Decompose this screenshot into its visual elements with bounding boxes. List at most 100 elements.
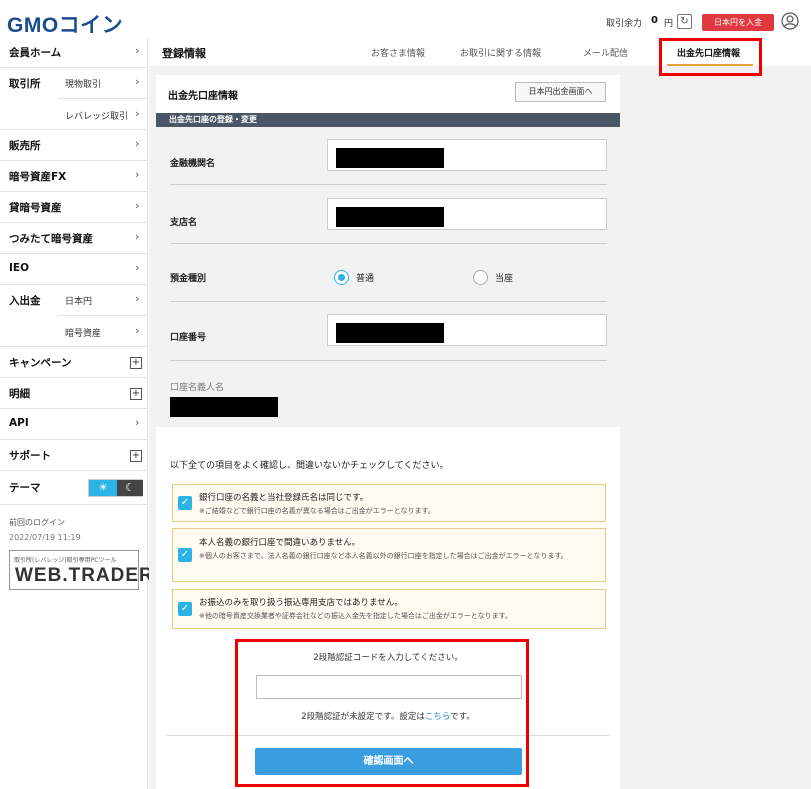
header: GMOコイン 取引余力 0 円 ↻ 日本円を入金 (0, 0, 811, 38)
account-form: 金融機関名 支店名 預金種別 普通 当座 口座番号 口座名義人名 (156, 127, 620, 427)
theme-toggle[interactable]: ☀ ☾ (88, 479, 143, 497)
divider (170, 301, 607, 302)
last-login-value: 2022/07/19 11:19 (9, 533, 81, 542)
branch-name-input[interactable] (327, 198, 607, 230)
sidebar-item-label: 取引所 (9, 78, 41, 90)
check-main-text: お振込のみを取り扱う振込専用支店ではありません。 (199, 598, 403, 608)
expand-plus-icon[interactable]: + (130, 450, 142, 462)
section-header: 出金先口座の登録・変更 (156, 113, 620, 127)
sidebar-item-campaign[interactable]: キャンペーン + (0, 347, 148, 378)
redacted-value (336, 323, 444, 343)
chevron-right-icon: › (135, 416, 140, 429)
gmo-coin-logo[interactable]: GMOコイン (7, 9, 123, 39)
chevron-right-icon: › (135, 137, 140, 150)
sidebar-item-spot-trading[interactable]: 現物取引 › (58, 68, 148, 99)
check-main-text: 本人名義の銀行口座で間違いありません。 (199, 538, 361, 548)
sidebar-item-leverage-trading[interactable]: レバレッジ取引 › (58, 99, 148, 130)
highlight-box-twofa (235, 639, 529, 787)
logo-main: GMO (7, 14, 59, 37)
sidebar-item-label: 暗号資産FX (9, 171, 67, 183)
sidebar-item-api[interactable]: API › (0, 409, 148, 440)
branch-name-label: 支店名 (170, 218, 198, 228)
redacted-account-holder (170, 397, 278, 417)
sidebar-item-theme: テーマ ☀ ☾ (0, 471, 148, 505)
account-number-input[interactable] (327, 314, 607, 346)
sidebar-item-label: テーマ (9, 482, 41, 494)
chevron-right-icon: › (135, 292, 140, 305)
sidebar-item-lending[interactable]: 貸暗号資産 › (0, 192, 148, 223)
deposit-jpy-button[interactable]: 日本円を入金 (702, 14, 774, 31)
balance-label: 取引余力 (606, 19, 643, 29)
sidebar-item-ieo[interactable]: IEO › (0, 254, 148, 285)
check-item-name-match[interactable]: ✓ 銀行口座の名義と当社登録氏名は同じです。 ※ご結婚などで銀行口座の名義が異な… (172, 484, 606, 522)
sidebar-item-crypto[interactable]: 暗号資産 › (58, 316, 148, 347)
radio-ordinary[interactable] (334, 270, 349, 285)
check-item-own-account[interactable]: ✓ 本人名義の銀行口座で間違いありません。 ※個人のお客さまで、法人名義の銀行口… (172, 528, 606, 582)
expand-plus-icon[interactable]: + (130, 357, 142, 369)
redacted-value (336, 148, 444, 168)
chevron-right-icon: › (135, 107, 140, 120)
sidebar-item-sales[interactable]: 販売所 › (0, 130, 148, 161)
check-sub-text: ※個人のお客さまで、法人名義の銀行口座など本人名義以外の銀行口座を指定した場合は… (199, 552, 568, 560)
account-number-label: 口座番号 (170, 333, 207, 343)
checkbox-checked-icon[interactable]: ✓ (178, 496, 192, 510)
tab-email-delivery[interactable]: メール配信 (583, 46, 628, 59)
refresh-icon[interactable]: ↻ (677, 14, 692, 29)
sidebar-item-crypto-fx[interactable]: 暗号資産FX › (0, 161, 148, 192)
sidebar-item-label: サポート (9, 450, 51, 462)
sidebar-item-label: 貸暗号資産 (9, 202, 62, 214)
sidebar-item-home[interactable]: 会員ホーム › (0, 38, 148, 68)
radio-ordinary-label: 普通 (356, 274, 375, 284)
bank-name-input[interactable] (327, 139, 607, 171)
chevron-right-icon: › (135, 230, 140, 243)
bank-name-label: 金融機関名 (170, 159, 216, 169)
webtrader-banner[interactable]: 取引所(レバレッジ)取引専用PCツール WEB.TRADER (9, 550, 153, 590)
sidebar-item-label: つみたて暗号資産 (9, 233, 93, 245)
divider (170, 243, 607, 244)
sidebar: 会員ホーム › 取引所 現物取引 › レバレッジ取引 › 販売所 › 暗号資産F… (0, 38, 153, 789)
sidebar-item-jpy[interactable]: 日本円 › (58, 285, 148, 316)
last-login-label: 前回のログイン (9, 518, 65, 527)
check-main-text: 銀行口座の名義と当社登録氏名は同じです。 (199, 493, 369, 503)
checkbox-checked-icon[interactable]: ✓ (178, 548, 192, 562)
chevron-right-icon: › (135, 324, 140, 337)
sidebar-item-label: API (9, 417, 29, 429)
expand-plus-icon[interactable]: + (130, 388, 142, 400)
tab-customer-info[interactable]: お客さま情報 (371, 46, 425, 59)
card-title: 出金先口座情報 (168, 91, 238, 102)
user-account-icon[interactable] (781, 12, 799, 30)
chevron-right-icon: › (135, 199, 140, 212)
jpy-withdraw-page-button[interactable]: 日本円出金画面へ (515, 82, 606, 102)
sun-icon[interactable]: ☀ (89, 480, 117, 496)
sidebar-item-label: 明細 (9, 388, 30, 400)
check-sub-text: ※ご結婚などで銀行口座の名義が異なる場合はご出金がエラーとなります。 (199, 507, 435, 515)
account-type-label: 預金種別 (170, 274, 207, 284)
sidebar-subitem-label: レバレッジ取引 (65, 112, 129, 122)
redacted-value (336, 207, 444, 227)
checkbox-checked-icon[interactable]: ✓ (178, 602, 192, 616)
highlight-box-tab (659, 38, 762, 76)
sidebar-item-label: IEO (9, 262, 30, 274)
check-sub-text: ※他の暗号資産交換業者や証券会社などの振込入金先を指定した場合はご出金がエラーと… (199, 612, 512, 620)
webtrader-logo: WEB.TRADER (15, 565, 154, 586)
balance-unit: 円 (664, 19, 674, 29)
radio-checking-label: 当座 (495, 274, 514, 284)
sidebar-item-savings[interactable]: つみたて暗号資産 › (0, 223, 148, 254)
radio-checking[interactable] (473, 270, 488, 285)
sidebar-item-support[interactable]: サポート + (0, 440, 148, 471)
divider (170, 360, 607, 361)
balance-value: 0 (651, 15, 658, 26)
sidebar-subitem-label: 現物取引 (65, 80, 102, 90)
main-content: 登録情報 お客さま情報 お取引に関する情報 メール配信 出金先口座情報 出金先口… (149, 38, 811, 789)
account-holder-label: 口座名義人名 (170, 383, 225, 393)
webtrader-subtitle: 取引所(レバレッジ)取引専用PCツール (14, 557, 117, 564)
tab-trading-info[interactable]: お取引に関する情報 (460, 46, 541, 59)
sidebar-subitem-label: 日本円 (65, 297, 93, 307)
check-item-not-transfer-branch[interactable]: ✓ お振込のみを取り扱う振込専用支店ではありません。 ※他の暗号資産交換業者や証… (172, 589, 606, 629)
sidebar-item-label: キャンペーン (9, 357, 72, 369)
moon-icon[interactable]: ☾ (117, 480, 143, 496)
sidebar-item-label: 販売所 (9, 140, 41, 152)
page-title: 登録情報 (162, 47, 206, 60)
sidebar-item-statements[interactable]: 明細 + (0, 378, 148, 409)
chevron-right-icon: › (135, 75, 140, 88)
